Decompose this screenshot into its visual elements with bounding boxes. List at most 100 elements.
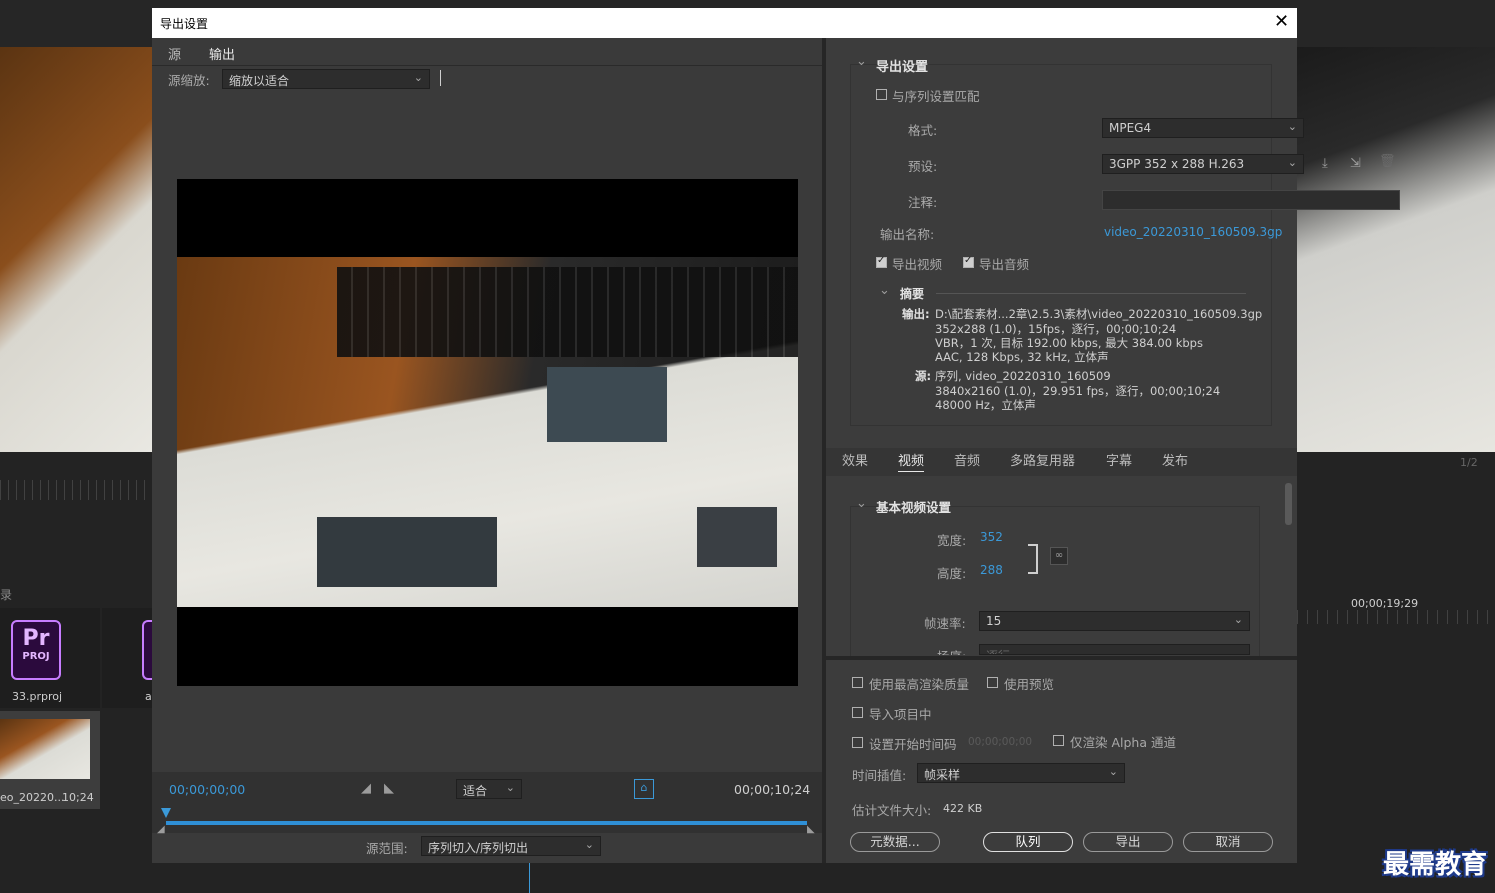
bottom-divider[interactable] <box>826 656 1297 660</box>
use-previews-label: 使用预览 <box>1004 677 1055 692</box>
basic-video-settings-title: 基本视频设置 <box>876 500 952 515</box>
tab-audio[interactable]: 音频 <box>954 450 980 469</box>
use-previews-checkbox[interactable] <box>987 677 998 688</box>
program-monitor-preview <box>1297 47 1495 452</box>
chevron-down-icon: ⌄ <box>413 71 423 84</box>
time-interpolation-dropdown[interactable]: 帧采样 ⌄ <box>917 763 1125 783</box>
comment-label: 注释: <box>908 195 938 210</box>
tab-multiplexer[interactable]: 多路复用器 <box>1010 450 1075 469</box>
width-label: 宽度: <box>937 533 967 548</box>
range-end-handle-icon[interactable]: ◣ <box>807 824 815 835</box>
chevron-down-icon: ⌄ <box>1287 156 1297 169</box>
chevron-down-icon[interactable]: ⌄ <box>856 496 867 511</box>
render-alpha-checkbox[interactable] <box>1053 735 1064 746</box>
summary-source-key: 源: <box>915 369 932 383</box>
playhead-icon[interactable] <box>161 808 171 818</box>
aspect-ratio-icon[interactable]: ⌂ <box>634 779 654 799</box>
summary-source-line-3: 48000 Hz，立体声 <box>935 398 1036 412</box>
comment-input[interactable] <box>1102 190 1400 210</box>
timecode-in[interactable]: 00;00;00;00 <box>169 782 245 797</box>
output-name-label: 输出名称: <box>880 227 935 242</box>
tab-captions[interactable]: 字幕 <box>1106 450 1132 469</box>
preview-keyboard <box>337 267 798 357</box>
project-item-second[interactable]: a <box>102 608 154 708</box>
metadata-button[interactable]: 元数据... <box>850 832 940 852</box>
tab-video[interactable]: 视频 <box>898 450 925 472</box>
export-button[interactable]: 导出 <box>1083 832 1173 852</box>
import-into-project-checkbox[interactable] <box>852 707 863 718</box>
fit-dropdown[interactable]: 适合 ⌄ <box>456 779 522 799</box>
estimated-size-label: 估计文件大小: <box>852 803 932 818</box>
width-value[interactable]: 352 <box>980 530 1003 544</box>
max-render-quality-checkbox[interactable] <box>852 677 863 688</box>
height-label: 高度: <box>937 566 967 581</box>
set-out-point-icon[interactable]: ◣ <box>384 781 394 796</box>
source-range-value: 序列切入/序列切出 <box>428 841 529 855</box>
left-ruler <box>0 480 152 500</box>
format-label: 格式: <box>908 123 938 138</box>
height-value[interactable]: 288 <box>980 563 1003 577</box>
chevron-down-icon[interactable]: ⌄ <box>879 283 890 298</box>
clip-thumbnail <box>0 719 90 779</box>
preset-dropdown[interactable]: 3GPP 352 x 288 H.263 ⌄ <box>1102 154 1304 174</box>
framerate-dropdown[interactable]: 15 ⌄ <box>979 611 1250 631</box>
tab-publish[interactable]: 发布 <box>1162 450 1188 469</box>
right-page-indicator: 1/2 <box>1460 456 1478 469</box>
field-order-value: 逐行 <box>986 649 1010 654</box>
time-interpolation-value: 帧采样 <box>924 768 961 782</box>
range-start-handle-icon[interactable]: ◢ <box>157 824 165 835</box>
close-icon[interactable]: ✕ <box>1274 11 1289 32</box>
source-scale-value: 缩放以适合 <box>229 74 290 88</box>
second-item-name: a <box>145 690 152 703</box>
dialog-titlebar: 导出设置 ✕ <box>152 8 1297 38</box>
preview-screen-shot-2 <box>317 517 497 587</box>
export-video-label: 导出视频 <box>892 257 943 272</box>
preview-screen-shot-1 <box>547 367 667 442</box>
toolbar-separator <box>440 70 441 86</box>
project-item-prproj[interactable]: Pr PROJ 33.prproj <box>0 608 100 708</box>
field-order-dropdown[interactable]: 逐行 <box>979 644 1250 655</box>
summary-title: 摘要 <box>900 287 925 301</box>
dialog-title: 导出设置 <box>160 17 209 31</box>
queue-button[interactable]: 队列 <box>983 832 1073 852</box>
chevron-down-icon: ⌄ <box>1287 120 1297 133</box>
cancel-button[interactable]: 取消 <box>1183 832 1273 852</box>
import-preset-icon[interactable]: ⇲ <box>1350 156 1361 171</box>
link-icon[interactable]: ∞ <box>1050 547 1068 565</box>
project-item-clip[interactable]: eo_20220... 10;24 <box>0 711 100 809</box>
export-audio-label: 导出音频 <box>979 257 1030 272</box>
premiere-project-icon: Pr PROJ <box>11 620 61 680</box>
fit-value: 适合 <box>463 784 488 798</box>
export-video-checkbox[interactable] <box>876 255 887 268</box>
start-timecode-value[interactable]: 00;00;00;00 <box>968 736 1032 748</box>
chevron-down-icon: ⌄ <box>505 781 515 794</box>
format-select[interactable]: MPEG4 ⌄ <box>1102 118 1304 138</box>
set-start-timecode-label: 设置开始时间码 <box>869 737 957 752</box>
dimension-link-bracket <box>1028 544 1038 574</box>
delete-preset-icon[interactable]: 🗑 <box>1379 154 1396 169</box>
save-preset-icon[interactable]: ⤓ <box>1322 156 1328 171</box>
tab-source[interactable]: 源 <box>168 44 181 63</box>
chevron-down-icon[interactable]: ⌄ <box>856 54 867 69</box>
clip-name: eo_20220... <box>0 791 65 804</box>
import-into-project-label: 导入项目中 <box>869 707 932 722</box>
tab-effects[interactable]: 效果 <box>842 450 868 469</box>
settings-pane: ⌄ 导出设置 与序列设置匹配 格式: MPEG4 ⌄ 预设: 3GPP 352 … <box>826 38 1400 863</box>
output-name-link[interactable]: video_20220310_160509.3gp <box>1104 225 1282 239</box>
set-start-timecode-checkbox[interactable] <box>852 737 863 748</box>
tab-output[interactable]: 输出 <box>209 44 236 66</box>
video-settings-box <box>850 506 1260 656</box>
timeline-track[interactable] <box>166 821 807 825</box>
source-scale-dropdown[interactable]: 缩放以适合 ⌄ <box>222 69 430 89</box>
settings-scrollbar[interactable] <box>1285 483 1292 525</box>
preview-frame <box>177 257 798 607</box>
chevron-down-icon: ⌄ <box>584 838 594 851</box>
export-settings-title: 导出设置 <box>876 60 929 75</box>
preset-value: 3GPP 352 x 288 H.263 <box>1109 157 1245 171</box>
source-range-dropdown[interactable]: 序列切入/序列切出 ⌄ <box>421 836 601 856</box>
preset-label: 预设: <box>908 159 938 174</box>
chevron-down-icon: ⌄ <box>1233 613 1243 626</box>
set-in-point-icon[interactable]: ◢ <box>361 781 371 796</box>
match-sequence-checkbox[interactable] <box>876 89 887 100</box>
export-audio-checkbox[interactable] <box>963 255 974 268</box>
